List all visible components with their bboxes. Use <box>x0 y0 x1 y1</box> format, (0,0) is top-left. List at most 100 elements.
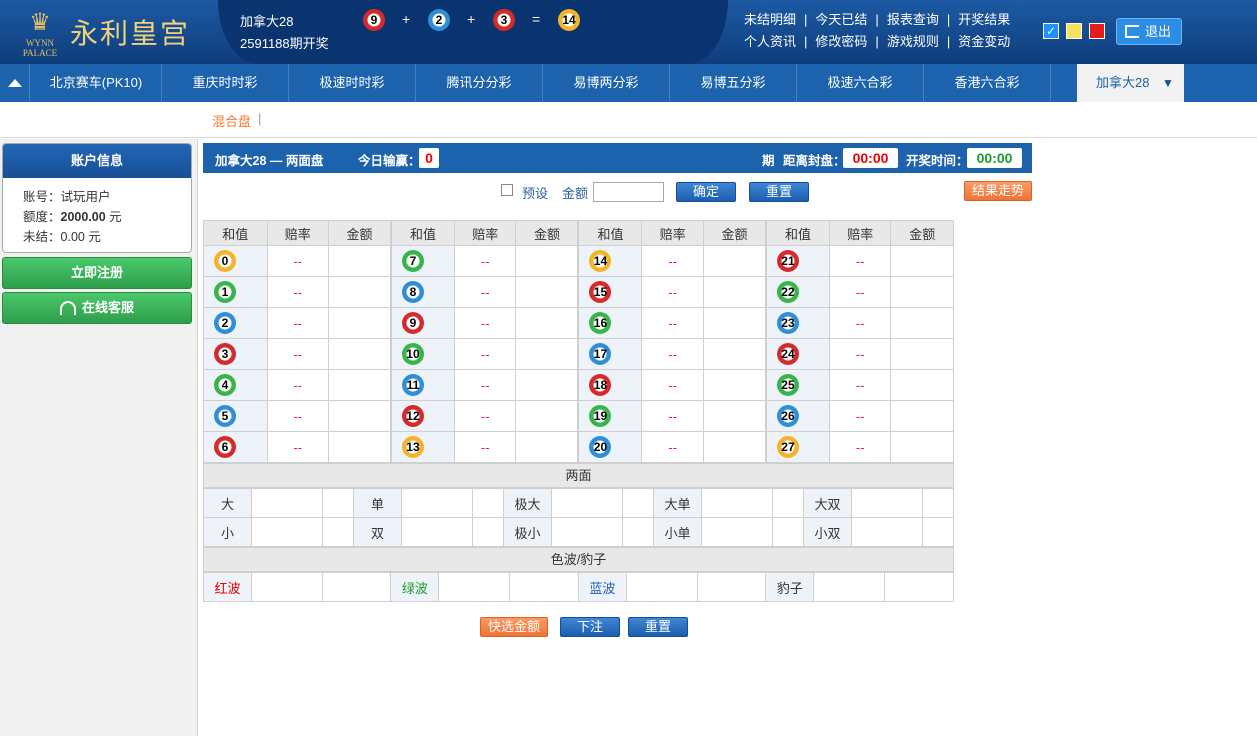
nav-item-pk10[interactable]: 北京赛车(PK10) <box>31 64 162 102</box>
nav-item-canada28[interactable]: 加拿大28 ▼ <box>1077 64 1184 102</box>
nav-item-txffc[interactable]: 腾讯分分彩 <box>416 64 543 102</box>
sum-number-cell[interactable]: 23 <box>764 307 830 339</box>
amount-cell[interactable] <box>515 369 579 401</box>
collapse-arrow-icon[interactable] <box>0 64 30 102</box>
nav-item-cqssc[interactable]: 重庆时时彩 <box>162 64 289 102</box>
sum-number-cell[interactable]: 8 <box>389 276 455 308</box>
sum-number-cell[interactable]: 22 <box>764 276 830 308</box>
logout-button[interactable]: 退出 <box>1116 18 1182 45</box>
link-results[interactable]: 开奖结果 <box>958 12 1010 27</box>
amount-cell[interactable] <box>327 431 392 463</box>
sum-number-cell[interactable]: 5 <box>203 400 268 432</box>
sum-number-cell[interactable]: 10 <box>389 338 455 370</box>
amount-cell[interactable] <box>515 307 579 339</box>
amount-cell[interactable] <box>472 488 504 518</box>
amount-cell[interactable] <box>327 307 392 339</box>
amount-cell[interactable] <box>322 517 354 547</box>
amount-cell[interactable] <box>322 488 354 518</box>
amount-cell[interactable] <box>702 431 767 463</box>
service-button[interactable]: 在线客服 <box>2 292 192 324</box>
link-change-password[interactable]: 修改密码 <box>815 34 867 49</box>
theme-blue-check-icon[interactable]: ✓ <box>1043 23 1059 39</box>
sum-number-cell[interactable]: 9 <box>389 307 455 339</box>
amount-cell[interactable] <box>327 338 392 370</box>
amount-cell[interactable] <box>327 369 392 401</box>
sum-number-cell[interactable]: 26 <box>764 400 830 432</box>
amount-cell[interactable] <box>772 517 804 547</box>
sum-number-cell[interactable]: 20 <box>577 431 643 463</box>
logo[interactable]: ♛ WYNN PALACE 永利皇宫 <box>10 8 190 58</box>
amount-cell[interactable] <box>327 400 392 432</box>
wave-label-cell[interactable]: 绿波 <box>390 572 440 602</box>
amount-cell[interactable] <box>890 307 954 339</box>
preset-checkbox[interactable] <box>501 184 513 196</box>
bet-label-cell[interactable]: 双 <box>353 517 402 547</box>
sum-number-cell[interactable]: 11 <box>389 369 455 401</box>
theme-red-swatch[interactable] <box>1089 23 1105 39</box>
amount-cell[interactable] <box>702 369 767 401</box>
nav-item-jsssc[interactable]: 极速时时彩 <box>289 64 416 102</box>
sum-number-cell[interactable]: 6 <box>203 431 268 463</box>
sum-number-cell[interactable]: 0 <box>203 245 268 277</box>
sum-number-cell[interactable]: 4 <box>203 369 268 401</box>
amount-cell[interactable] <box>515 338 579 370</box>
bet-label-cell[interactable]: 小单 <box>653 517 702 547</box>
footer-reset-button[interactable]: 重置 <box>628 617 688 637</box>
sum-number-cell[interactable]: 17 <box>577 338 643 370</box>
amount-cell[interactable] <box>890 400 954 432</box>
sum-number-cell[interactable]: 2 <box>203 307 268 339</box>
sum-number-cell[interactable]: 12 <box>389 400 455 432</box>
amount-cell[interactable] <box>515 276 579 308</box>
amount-cell[interactable] <box>702 245 767 277</box>
bet-label-cell[interactable]: 大 <box>203 488 252 518</box>
submit-bet-button[interactable]: 下注 <box>560 617 620 637</box>
sum-number-cell[interactable]: 3 <box>203 338 268 370</box>
amount-cell[interactable] <box>327 276 392 308</box>
amount-cell[interactable] <box>884 572 954 602</box>
amount-cell[interactable] <box>702 400 767 432</box>
sum-number-cell[interactable]: 25 <box>764 369 830 401</box>
link-rules[interactable]: 游戏规则 <box>887 34 939 49</box>
amount-cell[interactable] <box>327 245 392 277</box>
quick-amount-button[interactable]: 快选金额 <box>480 617 548 637</box>
amount-cell[interactable] <box>890 276 954 308</box>
bet-label-cell[interactable]: 极小 <box>503 517 552 547</box>
link-today-settled[interactable]: 今天已结 <box>815 12 867 27</box>
bet-label-cell[interactable]: 大双 <box>803 488 852 518</box>
amount-cell[interactable] <box>702 338 767 370</box>
amount-cell[interactable] <box>515 431 579 463</box>
amount-cell[interactable] <box>321 572 392 602</box>
link-funds[interactable]: 资金变动 <box>958 34 1010 49</box>
nav-item-yb5[interactable]: 易博五分彩 <box>670 64 797 102</box>
wave-label-cell[interactable]: 红波 <box>203 572 252 602</box>
sum-number-cell[interactable]: 1 <box>203 276 268 308</box>
bet-label-cell[interactable]: 极大 <box>503 488 552 518</box>
amount-cell[interactable] <box>622 488 654 518</box>
bet-label-cell[interactable]: 单 <box>353 488 402 518</box>
nav-item-xglhc[interactable]: 香港六合彩 <box>924 64 1051 102</box>
wave-label-cell[interactable]: 豹子 <box>765 572 815 602</box>
wave-label-cell[interactable]: 蓝波 <box>577 572 627 602</box>
sum-number-cell[interactable]: 16 <box>577 307 643 339</box>
amount-input[interactable] <box>593 182 664 202</box>
sum-number-cell[interactable]: 18 <box>577 369 643 401</box>
amount-cell[interactable] <box>515 245 579 277</box>
nav-item-yb2[interactable]: 易博两分彩 <box>543 64 670 102</box>
trend-button[interactable]: 结果走势 <box>964 181 1032 201</box>
sum-number-cell[interactable]: 19 <box>577 400 643 432</box>
sum-number-cell[interactable]: 24 <box>764 338 830 370</box>
link-unsettled[interactable]: 未结明细 <box>744 12 796 27</box>
amount-cell[interactable] <box>922 517 954 547</box>
amount-cell[interactable] <box>515 400 579 432</box>
amount-cell[interactable] <box>509 572 579 602</box>
amount-cell[interactable] <box>702 276 767 308</box>
bet-label-cell[interactable]: 大单 <box>653 488 702 518</box>
amount-cell[interactable] <box>772 488 804 518</box>
reset-button[interactable]: 重置 <box>749 182 809 202</box>
sum-number-cell[interactable]: 27 <box>764 431 830 463</box>
bet-label-cell[interactable]: 小 <box>203 517 252 547</box>
sum-number-cell[interactable]: 7 <box>389 245 455 277</box>
amount-cell[interactable] <box>890 338 954 370</box>
amount-cell[interactable] <box>890 431 954 463</box>
theme-yellow-swatch[interactable] <box>1066 23 1082 39</box>
